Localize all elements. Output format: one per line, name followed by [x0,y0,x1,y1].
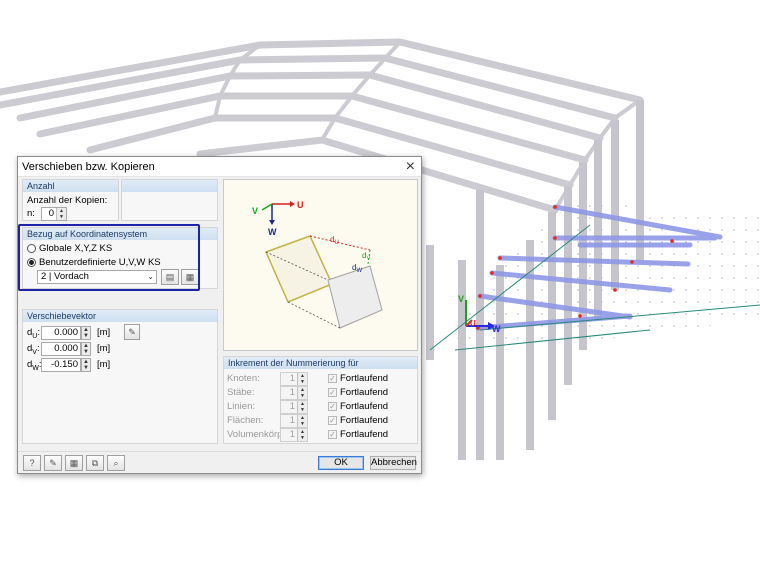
increment-group: Inkrement der Nummerierung für Knoten: 1… [223,356,418,444]
dialog-button-bar: ? ✎ ▦ ⧉ ⌕ OK Abbrechen [18,451,421,473]
dw-spinner-icon[interactable]: ▲ ▼ [81,358,91,372]
edit-icon[interactable]: ✎ [44,455,62,471]
pick-vector-button[interactable]: ✎ [124,324,140,340]
displacement-vector-group: Verschiebevektor dU: 0.000 ▲ ▼ [m] dV: 0.… [22,309,218,444]
preview-dv-label: dV [362,251,370,262]
du-spinner-icon[interactable]: ▲ ▼ [81,326,91,340]
anzahl-side-group [121,179,218,221]
preview-diagram: U V W dU dV dW [223,179,418,351]
dialog-titlebar[interactable]: Verschieben bzw. Kopieren × [18,157,421,177]
inc-checkbox-linien[interactable]: ✓ [328,402,337,411]
inc-checkbox-volumen[interactable]: ✓ [328,430,337,439]
inc-checkbox-staebe[interactable]: ✓ [328,388,337,397]
inc-checkbox-knoten[interactable]: ✓ [328,374,337,383]
du-unit: [m] [97,327,111,338]
inc-spinner-staebe[interactable]: 1 ▲ ▼ [280,386,308,400]
inc-label-linien: Linien: [227,401,255,412]
cancel-button[interactable]: Abbrechen [370,456,417,470]
dw-label: dW: [27,359,42,372]
ok-button[interactable]: OK [318,456,364,470]
anzahl-side-header [122,180,217,192]
inc-spinner-volumen[interactable]: 1 ▲ ▼ [280,428,308,442]
increment-header: Inkrement der Nummerierung für [224,357,417,369]
dv-input[interactable]: 0.000 ▲ ▼ [41,342,91,356]
inc-check-label-knoten: Fortlaufend [340,373,389,384]
preview-v-label: V [252,206,258,216]
inc-check-label-linien: Fortlaufend [340,401,389,412]
model-axis-w-label: W [492,324,501,334]
close-icon[interactable]: × [406,157,415,177]
inc-spinner-flaechen[interactable]: 1 ▲ ▼ [280,414,308,428]
dv-unit: [m] [97,343,111,354]
preview-svg: U V W dU dV dW [252,200,383,329]
move-copy-dialog: Verschieben bzw. Kopieren × Anzahl Anzah… [17,156,422,474]
copy-count-spinner[interactable]: 0 ▲ ▼ [41,207,67,221]
copy-icon[interactable]: ⧉ [86,455,104,471]
inc-label-staebe: Stäbe: [227,387,255,398]
anzahl-label: Anzahl der Kopien: [27,195,108,206]
help-icon[interactable]: ? [23,455,41,471]
preview-u-label: U [297,200,304,210]
anzahl-group: Anzahl Anzahl der Kopien: n: 0 ▲ ▼ [22,179,119,221]
du-value: 0.000 [54,327,78,338]
dv-label: dV: [27,343,40,356]
n-label: n: [27,208,35,219]
anzahl-header: Anzahl [23,180,118,192]
inc-check-label-volumen: Fortlaufend [340,429,389,440]
preview-w-label: W [268,227,277,237]
inc-spinner-knoten[interactable]: 1 ▲ ▼ [280,372,308,386]
model-axis-v-label: V [458,294,464,304]
inc-label-flaechen: Flächen: [227,415,264,426]
coordinate-system-highlight [18,224,200,291]
inc-check-label-flaechen: Fortlaufend [340,415,389,426]
dw-value: -0.150 [51,359,78,370]
model-axis-u-label: U [470,319,476,328]
spinner-arrows-icon[interactable]: ▲ ▼ [56,208,66,220]
inc-spinner-linien[interactable]: 1 ▲ ▼ [280,400,308,414]
du-label: dU: [27,327,40,340]
dv-spinner-icon[interactable]: ▲ ▼ [81,342,91,356]
displacement-vector-header: Verschiebevektor [23,310,217,322]
dv-value: 0.000 [54,343,78,354]
inc-check-label-staebe: Fortlaufend [340,387,389,398]
dialog-title: Verschieben bzw. Kopieren [22,161,155,173]
copy-count-value: 0 [48,208,54,219]
search-icon[interactable]: ⌕ [107,455,125,471]
units-icon[interactable]: ▦ [65,455,83,471]
dw-input[interactable]: -0.150 ▲ ▼ [41,358,91,372]
dw-unit: [m] [97,359,111,370]
du-input[interactable]: 0.000 ▲ ▼ [41,326,91,340]
inc-label-knoten: Knoten: [227,373,260,384]
preview-du-label: dU [330,235,339,246]
inc-checkbox-flaechen[interactable]: ✓ [328,416,337,425]
